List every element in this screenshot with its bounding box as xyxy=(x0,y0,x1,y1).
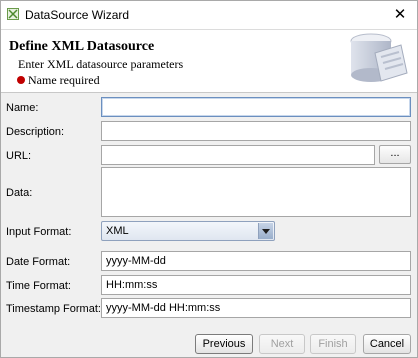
browse-url-button[interactable]: ... xyxy=(379,145,411,164)
description-field[interactable] xyxy=(101,121,411,141)
chevron-down-icon[interactable] xyxy=(258,223,273,239)
finish-button[interactable]: Finish xyxy=(310,334,356,354)
description-label: Description: xyxy=(6,126,65,138)
datasource-wizard-icon xyxy=(7,8,19,20)
date-format-field[interactable] xyxy=(101,251,411,271)
datasource-wizard-window: DataSource Wizard ✕ Define XML Datasourc… xyxy=(0,0,418,358)
name-field[interactable] xyxy=(101,97,411,117)
required-note: Name required xyxy=(28,73,100,87)
name-label: Name: xyxy=(6,102,39,114)
window-title: DataSource Wizard xyxy=(25,8,130,22)
input-format-label: Input Format: xyxy=(6,226,72,238)
datasource-graphic-icon xyxy=(339,23,411,87)
date-format-label: Date Format: xyxy=(6,256,71,268)
previous-button[interactable]: Previous xyxy=(195,334,253,354)
timestamp-format-label: Timestamp Format: xyxy=(6,303,101,315)
url-label: URL: xyxy=(6,150,32,162)
time-format-field[interactable] xyxy=(101,275,411,295)
input-format-value: XML xyxy=(106,225,129,237)
url-field[interactable] xyxy=(101,145,375,165)
cancel-button[interactable]: Cancel xyxy=(363,334,411,354)
page-subtitle: Enter XML datasource parameters xyxy=(18,57,184,71)
data-label: Data: xyxy=(6,187,33,199)
timestamp-format-field[interactable] xyxy=(101,298,411,318)
data-textarea[interactable] xyxy=(101,167,411,217)
required-indicator-icon xyxy=(17,76,25,84)
input-format-select[interactable]: XML xyxy=(101,221,275,241)
next-button[interactable]: Next xyxy=(259,334,305,354)
wizard-header: Define XML Datasource Enter XML datasour… xyxy=(1,30,417,93)
page-title: Define XML Datasource xyxy=(9,39,155,54)
time-format-label: Time Format: xyxy=(6,280,71,292)
